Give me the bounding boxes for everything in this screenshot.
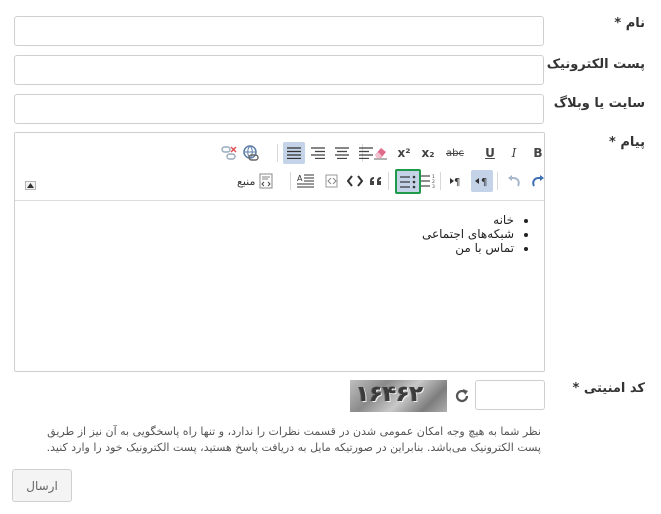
toolbar-collapse-button[interactable] <box>25 181 36 190</box>
source-icon <box>259 173 273 189</box>
rtl-paragraph-button[interactable]: ¶ <box>471 170 493 192</box>
svg-text:A: A <box>297 174 303 183</box>
website-field[interactable] <box>14 94 544 124</box>
bulleted-list-button[interactable] <box>395 169 421 194</box>
align-center-button[interactable] <box>332 143 352 163</box>
italic-label: I <box>511 146 517 160</box>
email-field[interactable] <box>14 55 544 85</box>
superscript-label: x² <box>397 146 411 160</box>
editor-toolbar: B I U abc x₂ x² ¶ ¶ 1 2 3 A منبع <box>15 133 544 201</box>
message-label: پیام * <box>609 135 645 150</box>
rtl-paragraph-icon: ¶ <box>475 177 487 187</box>
text-direction-icon: A <box>297 174 314 188</box>
toolbar-separator <box>277 144 278 162</box>
captcha-text: ۱۶۴۶۲ <box>356 382 424 407</box>
refresh-icon <box>455 389 469 403</box>
name-label-text: نام <box>625 16 645 31</box>
editor-content[interactable]: خانه شبکه‌های اجتماعی تماس با من <box>15 201 544 371</box>
svg-text:¶: ¶ <box>481 177 487 187</box>
svg-text:3: 3 <box>432 184 435 188</box>
code-block-icon <box>325 174 338 188</box>
bold-label: B <box>533 146 543 160</box>
required-mark: * <box>614 16 622 31</box>
message-label-text: پیام <box>620 135 645 150</box>
undo-icon <box>508 175 520 187</box>
bulleted-list-icon <box>400 175 416 188</box>
undo-button[interactable] <box>504 171 524 191</box>
comment-form: نام * پست الکترونیک سایت یا وبلاگ پیام *… <box>0 0 661 514</box>
numbered-list-icon: 123 <box>421 174 435 188</box>
align-left-icon <box>359 147 373 159</box>
required-mark: * <box>609 135 616 150</box>
triangle-up-icon <box>27 183 34 188</box>
captcha-label-text: کد امنیتی <box>583 381 645 396</box>
subscript-button[interactable]: x₂ <box>418 143 438 163</box>
link-button[interactable] <box>241 143 261 163</box>
link-icon <box>243 145 259 161</box>
required-mark: * <box>572 381 580 396</box>
toolbar-separator <box>388 172 389 190</box>
name-field[interactable] <box>14 16 544 46</box>
message-editor[interactable]: B I U abc x₂ x² ¶ ¶ 1 2 3 A منبع • خانه … <box>14 132 545 372</box>
italic-button[interactable]: I <box>504 143 524 163</box>
unlink-button[interactable] <box>219 143 239 163</box>
source-label: منبع <box>237 174 256 188</box>
subscript-label: x₂ <box>421 146 435 160</box>
underline-button[interactable]: U <box>480 143 500 163</box>
refresh-captcha-button[interactable] <box>453 387 471 405</box>
bold-button[interactable]: B <box>528 143 548 163</box>
quote-icon <box>370 177 381 185</box>
redo-icon <box>532 175 544 187</box>
align-justify-icon <box>287 147 301 159</box>
source-button[interactable]: منبع <box>237 171 287 191</box>
name-label: نام * <box>614 16 645 31</box>
align-right-button[interactable] <box>308 143 328 163</box>
underline-label: U <box>485 146 495 160</box>
code-button[interactable] <box>345 171 365 191</box>
blockquote-button[interactable] <box>366 171 386 191</box>
email-label: پست الکترونیک <box>546 57 645 72</box>
captcha-field[interactable] <box>475 380 545 410</box>
strikethrough-label: abc <box>446 147 464 159</box>
content-list: خانه شبکه‌های اجتماعی تماس با من <box>15 213 544 255</box>
captcha-label: کد امنیتی * <box>572 381 645 396</box>
ltr-paragraph-icon: ¶ <box>450 177 460 187</box>
submit-button[interactable]: ارسال <box>12 469 72 502</box>
code-icon <box>347 175 363 187</box>
list-item: خانه <box>15 213 514 227</box>
align-right-icon <box>311 147 325 159</box>
list-item: شبکه‌های اجتماعی <box>15 227 514 241</box>
svg-text:¶: ¶ <box>454 177 460 187</box>
toolbar-separator <box>497 172 498 190</box>
text-direction-button[interactable]: A <box>296 171 316 191</box>
insert-code-button[interactable] <box>321 171 341 191</box>
unlink-icon <box>221 146 237 160</box>
redo-button[interactable] <box>528 171 548 191</box>
ltr-paragraph-button[interactable]: ¶ <box>447 171 467 191</box>
website-label: سایت یا وبلاگ <box>553 96 645 111</box>
toolbar-separator <box>290 172 291 190</box>
toolbar-separator <box>440 172 441 190</box>
align-left-button[interactable] <box>356 143 376 163</box>
privacy-note: نظر شما به هیچ وجه امکان عمومی شدن در قس… <box>46 425 541 454</box>
captcha-image: ۱۶۴۶۲ <box>350 380 447 412</box>
numbered-list-button[interactable]: 123 <box>419 171 439 191</box>
align-justify-button[interactable] <box>283 142 305 164</box>
superscript-button[interactable]: x² <box>394 143 414 163</box>
list-item: تماس با من <box>15 241 514 255</box>
strikethrough-button[interactable]: abc <box>441 143 469 163</box>
align-center-icon <box>335 147 349 159</box>
